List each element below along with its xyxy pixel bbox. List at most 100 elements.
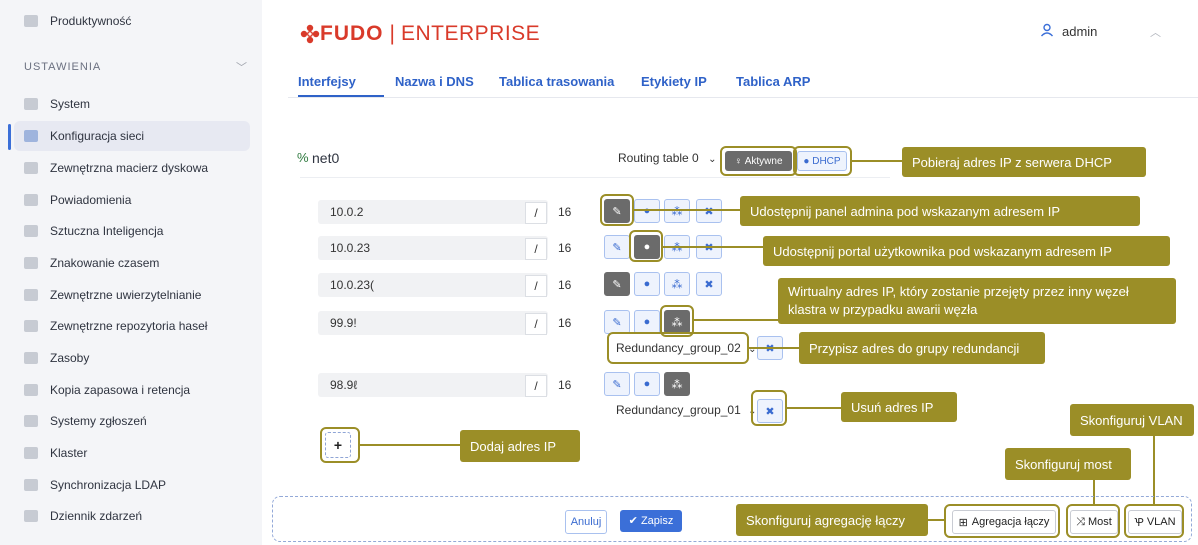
- admin-panel-toggle[interactable]: ✎: [604, 235, 630, 259]
- cluster-icon: [24, 447, 38, 459]
- chevron-up-icon[interactable]: ︿: [1150, 24, 1161, 40]
- sitemap-icon: ⁂: [671, 378, 683, 391]
- ticket-icon: [24, 415, 38, 427]
- chevron-down-icon: ⌄: [748, 344, 757, 355]
- mask-input[interactable]: 16: [558, 205, 571, 219]
- ip-input[interactable]: 98.9ℓ /: [318, 373, 548, 397]
- sidebar-item-ldap[interactable]: Synchronizacja LDAP: [14, 470, 250, 500]
- link-aggregation-button[interactable]: ⊞ Agregacja łączy: [952, 510, 1056, 534]
- sidebar-item-system[interactable]: System: [14, 89, 250, 119]
- sitemap-icon: ⁂: [671, 278, 683, 291]
- sidebar-item-cluster[interactable]: Klaster: [14, 438, 250, 468]
- active-indicator: [8, 124, 11, 150]
- callout-remove-ip: Usuń adres IP: [841, 392, 957, 422]
- section-header: USTAWIENIA: [24, 61, 102, 73]
- highlight-frame: [629, 230, 663, 262]
- mask-input[interactable]: 16: [558, 316, 571, 330]
- megaphone-icon: [24, 194, 38, 206]
- sidebar-item-auth[interactable]: Zewnętrzne uwierzytelnianie: [14, 280, 250, 310]
- admin-panel-toggle[interactable]: ✎: [604, 272, 630, 296]
- sidebar-item-productivity[interactable]: Produktywność: [14, 6, 250, 36]
- tab-arp[interactable]: Tablica ARP: [736, 74, 810, 89]
- globe-icon: ●: [643, 316, 651, 328]
- vlan-button[interactable]: Ꝕ VLAN: [1128, 510, 1182, 534]
- tab-interfaces[interactable]: Interfejsy: [298, 74, 356, 89]
- ip-input[interactable]: 10.0.2/: [318, 200, 548, 224]
- callout-vlan: Skonfiguruj VLAN: [1070, 404, 1194, 436]
- vault-icon: [24, 320, 38, 332]
- wrench-icon: ✎: [612, 278, 622, 291]
- routing-table-select[interactable]: Routing table 0 ⌄: [618, 151, 716, 165]
- user-portal-toggle[interactable]: ●: [634, 272, 660, 296]
- admin-panel-toggle[interactable]: ✎: [604, 372, 630, 396]
- sidebar-item-eventlog[interactable]: Dziennik zdarzeń: [14, 501, 250, 531]
- callout-bridge: Skonfiguruj most: [1005, 448, 1131, 480]
- user-portal-toggle[interactable]: ●: [634, 310, 660, 334]
- connector-line: [663, 246, 763, 248]
- connector-line: [1153, 436, 1155, 504]
- ip-input[interactable]: 10.0.23/: [318, 236, 548, 260]
- callout-add-ip: Dodaj adres IP: [460, 430, 580, 462]
- sidebar-item-resources[interactable]: Zasoby: [14, 343, 250, 373]
- virtual-ip-toggle[interactable]: ⁂: [664, 372, 690, 396]
- callout-virtual-ip: Wirtualny adres IP, który zostanie przej…: [778, 278, 1176, 324]
- ip-input[interactable]: 10.0.23(/: [318, 273, 548, 297]
- callout-user-portal: Udostępnij portal użytkownika pod wskaza…: [763, 236, 1170, 266]
- sitemap-icon: ⁂: [671, 205, 683, 218]
- user-name[interactable]: admin: [1062, 24, 1097, 39]
- mask-input[interactable]: 16: [558, 278, 571, 292]
- chevron-down-icon[interactable]: ﹀: [236, 59, 247, 75]
- highlight-frame: [320, 427, 360, 463]
- globe-icon: ●: [643, 205, 651, 217]
- virtual-ip-toggle[interactable]: ⁂: [664, 199, 690, 223]
- ip-input[interactable]: 99.9! /: [318, 311, 548, 335]
- callout-dhcp: Pobieraj adres IP z serwera DHCP: [902, 147, 1146, 177]
- user-icon[interactable]: [1040, 23, 1054, 37]
- close-icon: ✖: [704, 278, 714, 291]
- user-portal-toggle[interactable]: ●: [634, 199, 660, 223]
- sidebar-item-storage[interactable]: Zewnętrzna macierz dyskowa: [14, 153, 250, 183]
- user-portal-toggle[interactable]: ●: [634, 372, 660, 396]
- chevron-down-icon: ⌄: [708, 154, 717, 165]
- remove-address-button[interactable]: ✖: [696, 199, 722, 223]
- resources-icon: [24, 352, 38, 364]
- calendar-icon: [24, 510, 38, 522]
- vlan-icon: Ꝕ: [1134, 516, 1144, 529]
- remove-address-button[interactable]: ✖: [696, 272, 722, 296]
- sidebar-item-timestamp[interactable]: Znakowanie czasem: [14, 248, 250, 278]
- connector-line: [634, 209, 740, 211]
- connector-line: [360, 444, 460, 446]
- redundancy-group-select[interactable]: Redundancy_group_01 ⌄: [616, 403, 757, 417]
- tab-dns[interactable]: Nazwa i DNS: [395, 74, 474, 89]
- storage-icon: [24, 162, 38, 174]
- virtual-ip-toggle[interactable]: ⁂: [664, 272, 690, 296]
- network-icon: [24, 130, 38, 142]
- tab-routing[interactable]: Tablica trasowania: [499, 74, 614, 89]
- mask-input[interactable]: 16: [558, 241, 571, 255]
- sidebar-item-backup[interactable]: Kopia zapasowa i retencja: [14, 375, 250, 405]
- sync-icon: [24, 479, 38, 491]
- bridge-button[interactable]: ⤨ Most: [1070, 510, 1118, 534]
- stamp-icon: [24, 257, 38, 269]
- plus-square-icon: ⊞: [958, 516, 968, 529]
- highlight-frame: [751, 390, 787, 426]
- sidebar-item-ai[interactable]: Sztuczna Inteligencja: [14, 216, 250, 246]
- shuffle-icon: ⤨: [1076, 515, 1085, 528]
- sidebar-item-network[interactable]: Konfiguracja sieci: [14, 121, 250, 151]
- sidebar-item-password-repos[interactable]: Zewnętrzne repozytoria haseł: [14, 311, 250, 341]
- mask-input[interactable]: 16: [558, 378, 571, 392]
- tabs-divider: [288, 97, 1198, 98]
- cancel-button[interactable]: Anuluj: [565, 510, 607, 534]
- sidebar-item-notifications[interactable]: Powiadomienia: [14, 185, 250, 215]
- highlight-frame: [720, 146, 797, 176]
- tab-ip-labels[interactable]: Etykiety IP: [641, 74, 707, 89]
- admin-panel-toggle[interactable]: ✎: [604, 310, 630, 334]
- highlight-frame: [607, 332, 749, 364]
- sidebar: Produktywność USTAWIENIA ﹀ System Konfig…: [0, 0, 262, 545]
- folder-icon: [24, 98, 38, 110]
- sidebar-item-ticketing[interactable]: Systemy zgłoszeń: [14, 406, 250, 436]
- save-button[interactable]: ✔ Zapisz: [620, 510, 682, 532]
- connector-line: [852, 160, 902, 162]
- check-icon: ✔: [628, 515, 638, 527]
- key-icon: [24, 289, 38, 301]
